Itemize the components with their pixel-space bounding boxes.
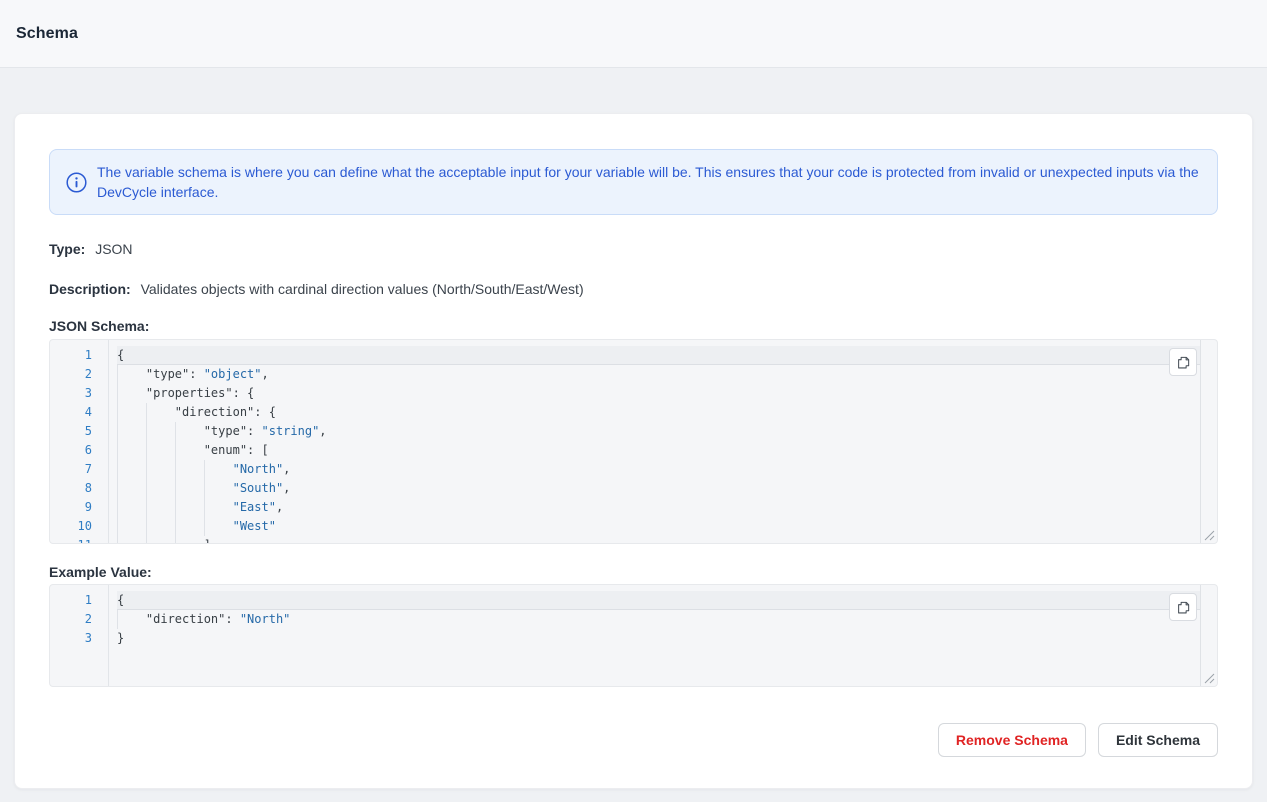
line-number: 3 [50,384,108,403]
code-line: ] [117,536,1201,543]
code-line: "West" [117,517,1201,536]
code-line: "enum": [ [117,441,1201,460]
resize-grip-icon[interactable] [1203,672,1215,684]
remove-schema-button[interactable]: Remove Schema [938,723,1086,757]
json-schema-label-row: JSON Schema: [49,316,1218,336]
editor-code-content[interactable]: { "type": "object", "properties": { "dir… [110,340,1201,543]
description-label: Description: [49,281,131,297]
example-value-editor[interactable]: 123 { "direction": "North"} [49,584,1218,687]
type-row: Type: JSON [49,239,1218,259]
editor-right-divider [1200,340,1201,543]
line-number: 5 [50,422,108,441]
info-alert: The variable schema is where you can def… [49,149,1218,215]
code-line: "properties": { [117,384,1201,403]
code-line: "South", [117,479,1201,498]
line-number: 1 [50,591,108,610]
code-line: } [117,629,1201,648]
description-row: Description: Validates objects with card… [49,279,1218,299]
line-number: 2 [50,365,108,384]
code-line: "direction": { [117,403,1201,422]
line-number: 9 [50,498,108,517]
page-header: Schema [0,0,1267,68]
copy-icon [1176,600,1191,615]
json-schema-editor[interactable]: 1234567891011 { "type": "object", "prope… [49,339,1218,544]
line-number: 2 [50,610,108,629]
code-line: "type": "object", [117,365,1201,384]
example-value-label-row: Example Value: [49,562,1218,582]
main-content: The variable schema is where you can def… [0,68,1267,802]
code-line: "North", [117,460,1201,479]
schema-card: The variable schema is where you can def… [14,113,1253,789]
editor-code-content[interactable]: { "direction": "North"} [110,585,1201,686]
edit-schema-button[interactable]: Edit Schema [1098,723,1218,757]
line-number: 7 [50,460,108,479]
page-title: Schema [16,25,78,43]
editor-right-divider [1200,585,1201,686]
code-line: "type": "string", [117,422,1201,441]
line-number: 4 [50,403,108,422]
json-schema-label: JSON Schema: [49,318,149,334]
alert-text: The variable schema is where you can def… [97,162,1201,202]
line-number: 8 [50,479,108,498]
code-line: "East", [117,498,1201,517]
line-number: 3 [50,629,108,648]
code-line: "direction": "North" [117,610,1201,629]
info-icon [66,172,87,193]
resize-grip-icon[interactable] [1203,529,1215,541]
line-number: 1 [50,346,108,365]
code-line: { [117,591,1201,610]
description-value: Validates objects with cardinal directio… [141,281,584,297]
copy-icon [1176,355,1191,370]
type-label: Type: [49,241,85,257]
action-buttons-row: Remove Schema Edit Schema [49,723,1218,757]
editor-gutter: 1234567891011 [50,340,109,543]
line-number: 6 [50,441,108,460]
editor-gutter: 123 [50,585,109,686]
example-value-label: Example Value: [49,564,152,580]
copy-button[interactable] [1169,593,1197,621]
copy-button[interactable] [1169,348,1197,376]
line-number: 10 [50,517,108,536]
line-number: 11 [50,536,108,544]
type-value: JSON [95,241,132,257]
code-line: { [117,346,1201,365]
